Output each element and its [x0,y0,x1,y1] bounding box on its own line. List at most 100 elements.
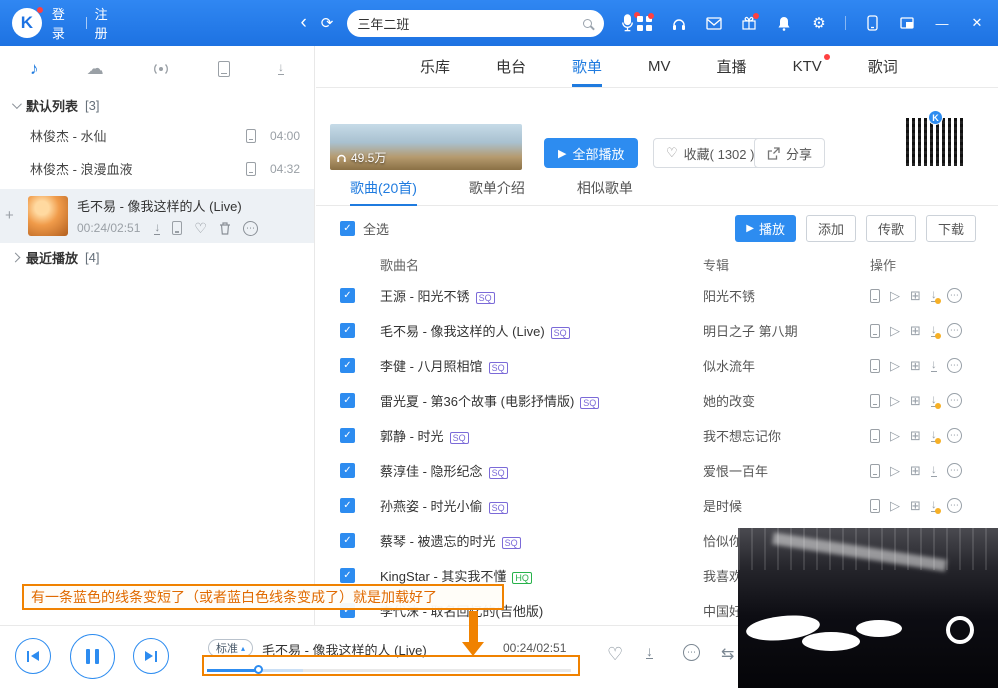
song-checkbox[interactable]: ✓ [340,428,355,443]
close-icon[interactable]: ✕ [968,14,986,32]
song-album[interactable]: 明日之子 第八期 [703,321,870,340]
song-album[interactable]: 她的改变 [703,391,870,410]
more-icon[interactable]: ⋯ [683,644,700,661]
headset-icon[interactable] [670,14,688,32]
song-checkbox[interactable]: ✓ [340,463,355,478]
heart-icon[interactable]: ♡ [607,644,623,665]
trash-icon[interactable] [219,222,231,235]
song-title[interactable]: 孙燕姿 - 时光小偷SQ [372,496,703,515]
search-input[interactable]: 三年二班 [357,14,583,33]
favorite-button[interactable]: ♡ 收藏( 1302 ) [653,138,767,168]
device-icon[interactable] [870,289,880,303]
song-row[interactable]: ✓王源 - 阳光不锈SQ阳光不锈▷⊞↓⋯ [316,278,998,313]
song-title[interactable]: 郭静 - 时光SQ [372,426,703,445]
mail-icon[interactable] [705,14,723,32]
more-icon[interactable]: ⋯ [947,358,962,373]
more-icon[interactable]: ⋯ [947,428,962,443]
nav-item-5[interactable]: KTV [793,46,822,87]
play-icon[interactable]: ▷ [890,288,900,304]
play-icon[interactable]: ▷ [890,463,900,479]
song-title[interactable]: 雷光夏 - 第36个故事 (电影抒情版)SQ [372,391,703,410]
search-icon[interactable] [583,19,592,28]
download-icon[interactable]: ↓ [646,646,653,659]
device-icon[interactable] [246,129,256,143]
sidebar-track[interactable]: 林俊杰 - 浪漫血液04:32 [0,152,314,185]
play-icon[interactable]: ▷ [890,393,900,409]
gift-icon[interactable] [740,14,758,32]
more-icon[interactable]: ⋯ [947,498,962,513]
add-icon[interactable]: ⊞ [910,428,921,444]
device-icon[interactable] [870,324,880,338]
bell-icon[interactable] [775,14,793,32]
song-checkbox[interactable]: ✓ [340,358,355,373]
add-icon[interactable]: ⊞ [910,463,921,479]
settings-gear-icon[interactable]: ⚙ [810,14,828,32]
nav-item-0[interactable]: 乐库 [420,46,450,87]
more-icon[interactable]: ⋯ [947,288,962,303]
device-icon[interactable] [246,162,256,176]
song-title[interactable]: 李健 - 八月照相馆SQ [372,356,703,375]
back-icon[interactable]: ‹ [300,12,306,34]
download-icon[interactable]: ↓ [931,359,937,372]
nav-item-2[interactable]: 歌单 [572,46,602,87]
mic-button[interactable] [620,14,635,33]
add-icon[interactable]: ⊞ [910,498,921,514]
nav-item-1[interactable]: 电台 [496,46,526,87]
song-album[interactable]: 是时候 [703,496,870,515]
add-icon[interactable]: ⊞ [910,288,921,304]
song-checkbox[interactable]: ✓ [340,533,355,548]
song-album[interactable]: 我不想忘记你 [703,426,870,445]
download-icon[interactable]: ↓ [931,289,937,302]
app-logo[interactable]: K [12,8,42,38]
add-icon[interactable]: ⊞ [910,323,921,339]
minimize-icon[interactable]: — [933,14,951,32]
play-icon[interactable]: ▷ [890,428,900,444]
play-icon[interactable]: ▷ [890,323,900,339]
pause-button[interactable] [70,634,115,679]
song-checkbox[interactable]: ✓ [340,393,355,408]
now-playing-item[interactable]: + 毛不易 - 像我这样的人 (Live) 00:24/02:51 ↓ ♡ ⋯ [0,189,314,243]
song-title[interactable]: KingStar - 其实我不懂HQ [372,566,703,585]
section-recent-played[interactable]: 最近播放 [4] [0,243,314,271]
more-icon[interactable]: ⋯ [243,221,258,236]
play-button[interactable]: ▶ 播放 [735,215,796,242]
song-row[interactable]: ✓蔡淳佳 - 隐形纪念SQ爱恨一百年▷⊞↓⋯ [316,453,998,488]
heart-icon[interactable]: ♡ [194,220,207,237]
device-icon[interactable] [870,394,880,408]
add-icon[interactable]: ⊞ [910,358,921,374]
tab-cloud[interactable]: ☁ [87,59,104,79]
tab-radio[interactable] [152,62,170,76]
mini-mode-icon[interactable] [898,14,916,32]
nav-item-6[interactable]: 歌词 [868,46,898,87]
device-icon[interactable] [870,499,880,513]
tab-device[interactable] [218,61,230,77]
more-icon[interactable]: ⋯ [947,323,962,338]
send-to-device-icon[interactable] [172,221,182,235]
nav-item-3[interactable]: MV [648,46,671,87]
song-album[interactable]: 似水流年 [703,356,870,375]
transfer-button[interactable]: 传歌 [866,215,916,242]
play-icon[interactable]: ▷ [890,498,900,514]
login-link[interactable]: 登录 [52,4,78,42]
play-mode-icon[interactable]: ⇆ [721,644,734,664]
device-icon[interactable] [870,429,880,443]
play-icon[interactable]: ▷ [890,358,900,374]
previous-button[interactable] [15,638,51,674]
song-checkbox[interactable]: ✓ [340,323,355,338]
song-row[interactable]: ✓孙燕姿 - 时光小偷SQ是时候▷⊞↓⋯ [316,488,998,523]
song-checkbox[interactable]: ✓ [340,498,355,513]
content-tab-0[interactable]: 歌曲(20首) [350,170,417,205]
song-row[interactable]: ✓ 毛不易 - 像我这样的人 (Live)SQ明日之子 第八期 ▷ ⊞ ↓ ⋯ [316,313,998,348]
song-checkbox[interactable]: ✓ [340,568,355,583]
song-title[interactable]: 毛不易 - 像我这样的人 (Live)SQ [372,321,703,340]
song-title[interactable]: 蔡琴 - 被遗忘的时光SQ [372,531,703,550]
refresh-icon[interactable]: ⟳ [321,14,334,32]
add-button[interactable]: 添加 [806,215,856,242]
download-icon[interactable]: ↓ [931,324,937,337]
select-all-checkbox[interactable]: ✓ [340,221,355,236]
song-title[interactable]: 王源 - 阳光不锈SQ [372,286,703,305]
content-tab-1[interactable]: 歌单介绍 [469,170,525,205]
download-icon[interactable]: ↓ [931,394,937,407]
download-icon[interactable]: ↓ [931,429,937,442]
more-icon[interactable]: ⋯ [947,463,962,478]
